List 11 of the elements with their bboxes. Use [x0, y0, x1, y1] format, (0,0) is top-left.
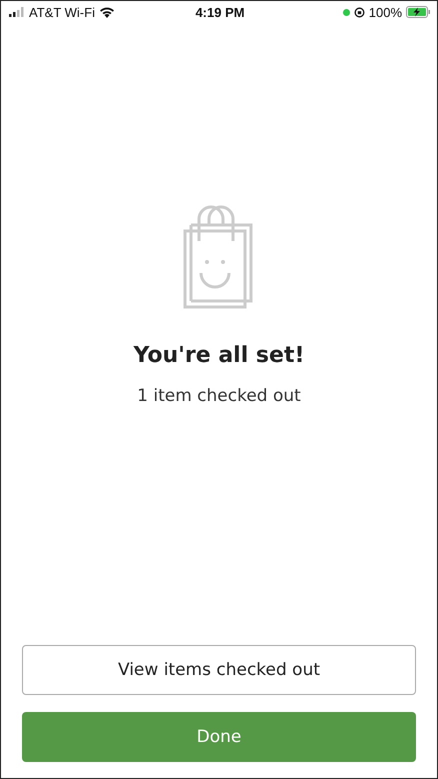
rotation-lock-icon	[354, 6, 365, 18]
signal-icon	[9, 7, 25, 17]
checkout-count: 1 item checked out	[137, 386, 301, 406]
battery-percent: 100%	[368, 4, 402, 20]
status-dot-icon	[342, 8, 350, 16]
shopping-bag-icon	[183, 202, 255, 308]
confirmation-title: You're all set!	[133, 342, 304, 368]
clock-time: 4:19 PM	[195, 4, 245, 20]
carrier-name: AT&T Wi-Fi	[29, 4, 95, 20]
view-items-button[interactable]: View items checked out	[22, 645, 416, 695]
wifi-icon	[98, 6, 115, 18]
